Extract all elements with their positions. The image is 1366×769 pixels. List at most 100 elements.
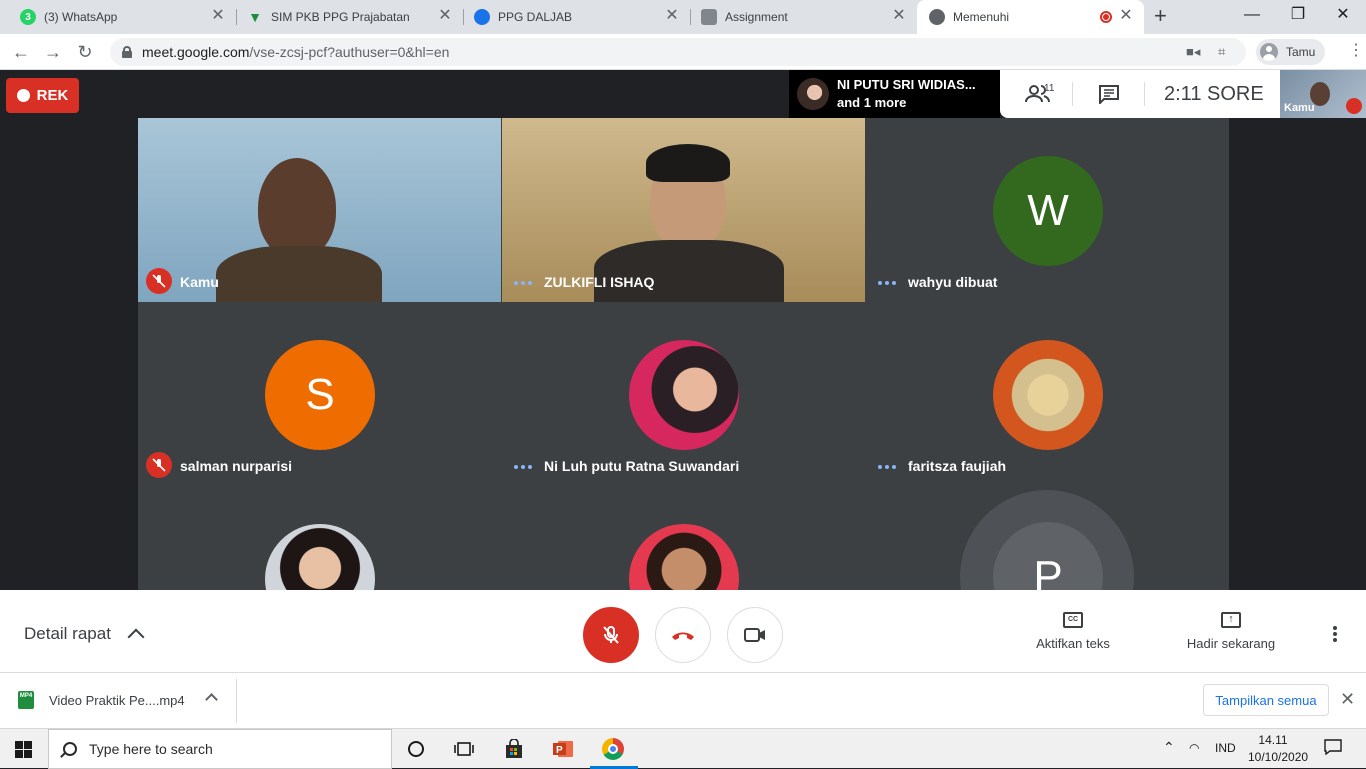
speaking-indicator <box>878 465 896 469</box>
new-tab-button[interactable]: + <box>1154 4 1167 28</box>
participant-tile[interactable] <box>138 486 501 590</box>
restore-button[interactable]: ❐ <box>1283 4 1313 26</box>
vuetify-icon: ▼ <box>248 9 262 25</box>
svg-text:P: P <box>556 745 563 756</box>
mic-off-icon <box>146 452 172 478</box>
tab-title: Memenuhi <box>953 10 1010 24</box>
mic-off-icon <box>1346 98 1362 114</box>
camera-icon[interactable]: ■◂ <box>1186 44 1200 60</box>
browser-tab-bar: 3 (3) WhatsApp ✕ ▼ SIM PKB PPG Prajabata… <box>0 0 1366 34</box>
notification-icon[interactable] <box>1324 739 1342 758</box>
leave-call-button[interactable] <box>655 607 711 663</box>
close-icon[interactable]: ✕ <box>437 8 453 24</box>
active-speaker: NI PUTU SRI WIDIAS... and 1 more <box>789 70 1000 118</box>
search-icon <box>63 742 77 756</box>
chevron-up-icon[interactable]: ⌃ <box>1163 739 1175 756</box>
meeting-details-button[interactable]: Detail rapat <box>24 624 111 644</box>
more-options-icon[interactable] <box>1333 626 1337 642</box>
forward-button[interactable]: → <box>42 41 64 63</box>
tab-memenuhi[interactable]: Memenuhi ✕ <box>917 0 1144 34</box>
language-indicator[interactable]: IND <box>1215 741 1236 755</box>
participant-name: ZULKIFLI ISHAQ <box>544 274 655 290</box>
meet-top-panel: 11 2:11 SORE <box>1000 70 1280 118</box>
meet-controls: Detail rapat CC Aktifkan teks ↑ Hadir se… <box>0 590 1366 672</box>
close-icon[interactable]: ✕ <box>210 8 226 24</box>
chat-icon[interactable] <box>1098 84 1120 104</box>
participant-tile[interactable]: W wahyu dibuat <box>866 118 1229 302</box>
windows-start-icon[interactable] <box>15 741 32 758</box>
record-dot-icon <box>16 89 30 102</box>
speaker-name: NI PUTU SRI WIDIAS... <box>837 77 976 92</box>
powerpoint-icon[interactable]: P <box>551 737 575 761</box>
participant-photo <box>629 340 739 450</box>
camera-toggle-button[interactable] <box>727 607 783 663</box>
divider <box>1072 82 1073 106</box>
participant-tile[interactable]: S salman nurparisi <box>138 302 501 486</box>
tab-ppg-daljab[interactable]: PPG DALJAB ✕ <box>464 0 690 34</box>
participant-tile[interactable]: Ni Luh putu Ratna Suwandari <box>502 302 865 486</box>
video-camera-icon <box>744 628 765 642</box>
mic-toggle-button[interactable] <box>583 607 639 663</box>
taskbar-search[interactable]: Type here to search <box>48 729 392 769</box>
participant-count: 11 <box>1044 83 1055 94</box>
cortana-icon[interactable] <box>404 737 428 761</box>
clock-date: 10/10/2020 <box>1248 750 1309 764</box>
person-head <box>258 158 336 258</box>
present-icon: ↑ <box>1221 612 1241 628</box>
browser-toolbar: ← → ↻ meet.google.com/vse-zcsj-pcf?authu… <box>0 34 1366 70</box>
url-text: meet.google.com/vse-zcsj-pcf?authuser=0&… <box>142 44 450 60</box>
reload-button[interactable]: ↻ <box>74 41 96 63</box>
profile-button[interactable]: Tamu <box>1256 39 1326 65</box>
address-bar[interactable]: meet.google.com/vse-zcsj-pcf?authuser=0&… <box>110 38 1246 66</box>
chrome-icon[interactable] <box>600 737 626 761</box>
participant-photo <box>629 524 739 590</box>
captions-button[interactable]: CC Aktifkan teks <box>1032 612 1114 651</box>
tab-whatsapp[interactable]: 3 (3) WhatsApp ✕ <box>8 0 236 34</box>
present-now-button[interactable]: ↑ Hadir sekarang <box>1185 612 1277 651</box>
store-icon[interactable] <box>502 737 526 761</box>
participant-tile[interactable]: faritsza faujiah <box>866 302 1229 486</box>
participant-name: wahyu dibuat <box>908 274 998 290</box>
download-filename: Video Praktik Pe....mp4 <box>49 692 185 708</box>
participant-photo <box>993 340 1103 450</box>
close-icon[interactable]: ✕ <box>1118 8 1134 24</box>
close-icon[interactable]: ✕ <box>1340 689 1355 710</box>
chevron-up-icon[interactable] <box>205 693 218 706</box>
wifi-icon[interactable]: ◠ <box>1189 741 1199 755</box>
download-item[interactable]: MP4 Video Praktik Pe....mp4 <box>18 691 185 709</box>
present-label: Hadir sekarang <box>1186 636 1276 651</box>
browser-menu-icon[interactable]: ⋮ <box>1348 42 1364 60</box>
tab-assignment[interactable]: Assignment ✕ <box>691 0 917 34</box>
close-icon[interactable]: ✕ <box>664 8 680 24</box>
globe-icon <box>929 9 945 25</box>
participant-tile[interactable] <box>502 486 865 590</box>
translate-icon[interactable]: ⌗ <box>1218 44 1225 60</box>
download-bar: MP4 Video Praktik Pe....mp4 Tampilkan se… <box>0 672 1366 728</box>
divider <box>236 679 237 723</box>
show-all-button[interactable]: Tampilkan semua <box>1203 684 1329 716</box>
tab-title: Assignment <box>725 10 788 24</box>
minimize-button[interactable]: — <box>1237 4 1267 26</box>
mic-off-icon <box>146 268 172 294</box>
participant-tile[interactable]: ZULKIFLI ISHAQ <box>502 118 865 302</box>
tab-title: SIM PKB PPG Prajabatan <box>271 10 410 24</box>
captions-icon: CC <box>1063 612 1083 628</box>
close-icon[interactable]: ✕ <box>891 8 907 24</box>
divider <box>1144 82 1145 106</box>
back-button[interactable]: ← <box>10 41 32 63</box>
meet-stage: REK NI PUTU SRI WIDIAS... and 1 more 11 … <box>0 70 1366 590</box>
self-view[interactable]: Kamu <box>1280 70 1366 118</box>
participant-name: Kamu <box>180 274 219 290</box>
tab-title: PPG DALJAB <box>498 10 573 24</box>
taskbar-clock[interactable]: 14.11 10/10/2020 <box>1248 732 1309 766</box>
window-close-button[interactable]: ✕ <box>1328 4 1358 26</box>
task-view-icon[interactable] <box>452 737 476 761</box>
recording-icon <box>1100 11 1112 23</box>
speaker-avatar <box>797 78 829 110</box>
chevron-up-icon[interactable] <box>127 628 145 646</box>
participant-tile[interactable]: P <box>866 486 1229 590</box>
tab-sim-pkb[interactable]: ▼ SIM PKB PPG Prajabatan ✕ <box>237 0 463 34</box>
recording-badge: REK <box>6 78 79 113</box>
participant-tile[interactable]: Kamu <box>138 118 501 302</box>
person-body <box>216 246 382 302</box>
